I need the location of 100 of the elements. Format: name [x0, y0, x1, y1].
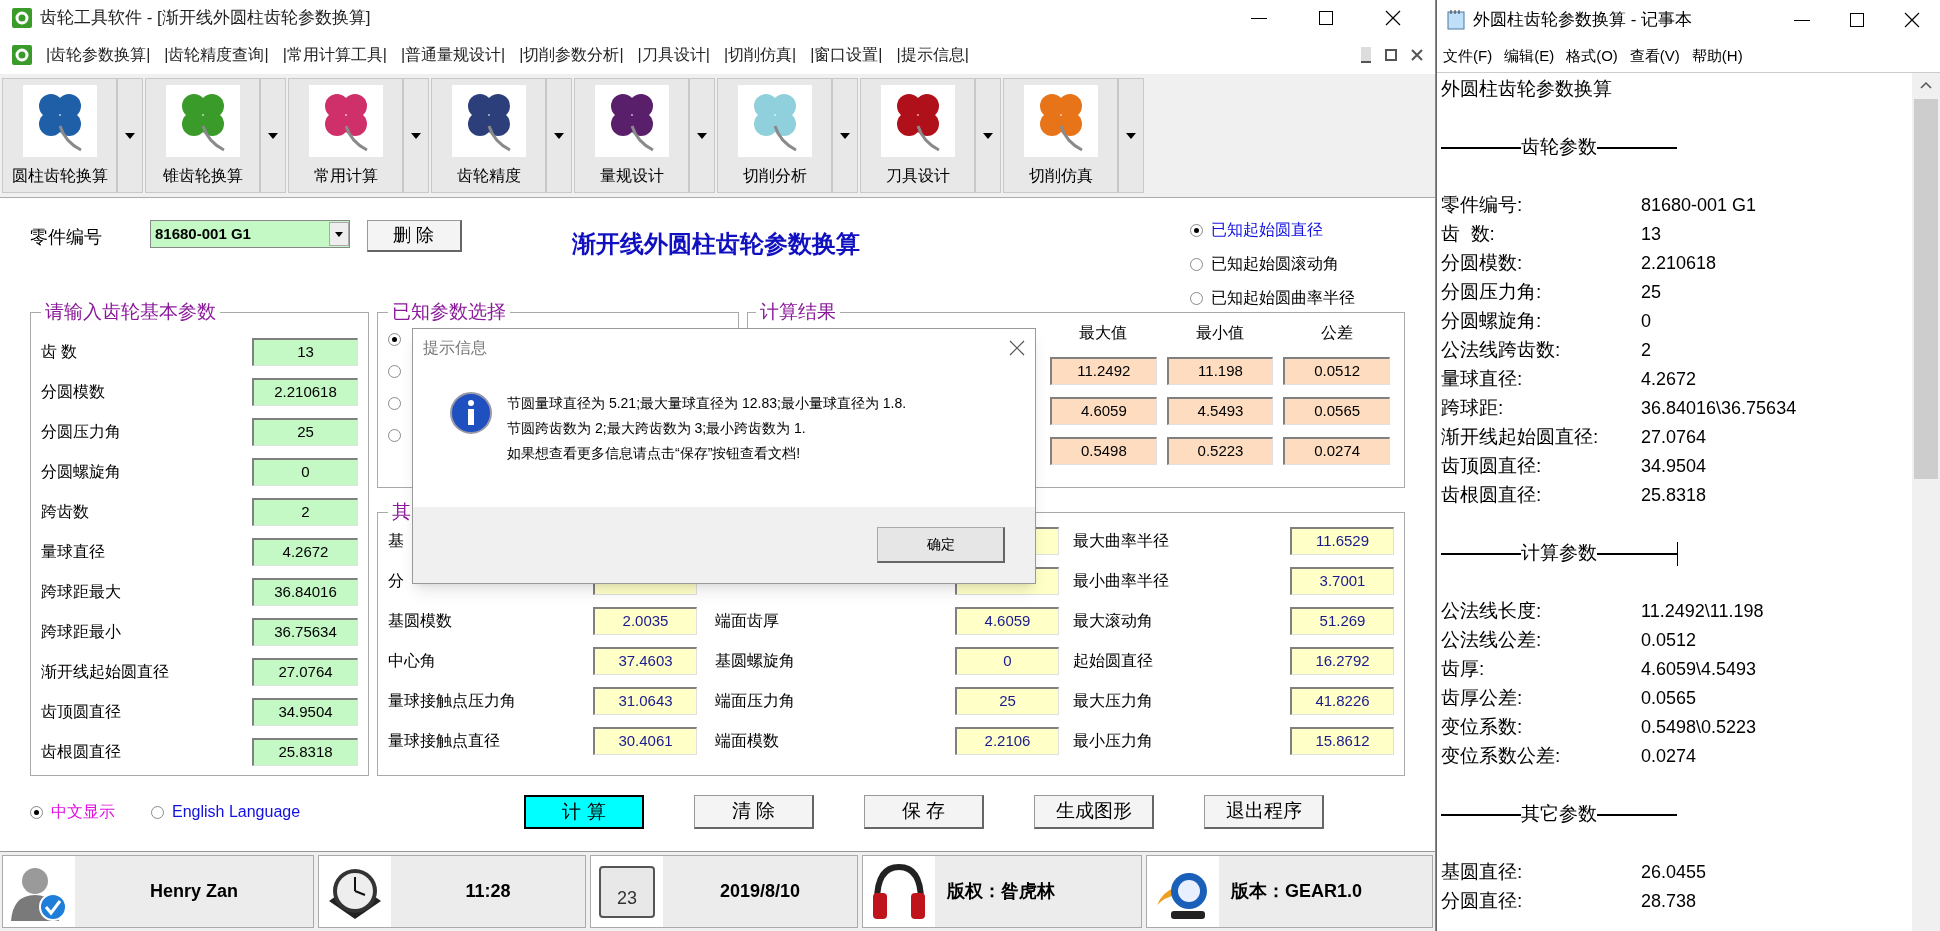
radio-button[interactable] [388, 428, 401, 442]
language-option-label[interactable]: English Language [172, 800, 301, 824]
close-icon[interactable] [1385, 10, 1401, 26]
value-field[interactable]: 13 [252, 337, 358, 366]
menu-item[interactable]: |切削参数分析| [519, 43, 624, 67]
action-button[interactable]: 保 存 [864, 795, 985, 829]
delete-button[interactable]: 删 除 [367, 220, 462, 252]
menu-item[interactable]: |齿轮精度查询| [164, 43, 269, 67]
menu-item[interactable]: 帮助(H) [1691, 44, 1743, 68]
value-field[interactable]: 34.9504 [252, 697, 358, 726]
value-field[interactable]: 37.4603 [593, 646, 697, 675]
menu-item[interactable]: |提示信息| [896, 43, 969, 67]
value-field[interactable]: 11.2492 [1050, 356, 1157, 385]
value-field[interactable]: 2.210618 [252, 377, 358, 406]
menu-item[interactable]: |刀具设计| [637, 43, 710, 67]
mode-option-label[interactable]: 已知起始圆直径 [1211, 218, 1323, 242]
value-field[interactable]: 36.84016 [252, 577, 358, 606]
language-option-label[interactable]: 中文显示 [51, 800, 115, 824]
document-text: 外圆柱齿轮参数换算 [1441, 77, 1612, 102]
parameter-label: 端面模数 [715, 731, 779, 749]
value-field[interactable]: 31.0643 [593, 686, 697, 715]
radio-button[interactable] [1190, 291, 1203, 305]
maximize-icon[interactable] [1319, 11, 1333, 25]
action-button[interactable]: 退出程序 [1204, 795, 1325, 829]
value-field[interactable]: 4.6059 [1050, 396, 1157, 425]
scroll-up-icon[interactable] [1920, 81, 1932, 89]
toolbar-button[interactable]: 切削仿真 [1003, 78, 1118, 193]
status-text: 2019/8/10 [718, 880, 802, 903]
toolbar-button[interactable]: 切削分析 [717, 78, 832, 193]
value-field[interactable]: 3.7001 [1290, 566, 1394, 595]
radio-button[interactable] [388, 332, 401, 346]
menu-item[interactable]: 文件(F) [1443, 44, 1493, 68]
close-icon[interactable] [1904, 12, 1920, 28]
restore-icon[interactable] [1385, 49, 1397, 61]
toolbar-button[interactable]: 齿轮精度 [431, 78, 546, 193]
value-field[interactable]: 0.0512 [1283, 356, 1390, 385]
menu-item[interactable]: 编辑(E) [1504, 44, 1555, 68]
caret-icon [411, 132, 421, 139]
value-field[interactable]: 0 [252, 457, 358, 486]
parameter-label: 起始圆直径 [1073, 651, 1153, 669]
value-field[interactable]: 36.75634 [252, 617, 358, 646]
action-button[interactable]: 计 算 [524, 795, 645, 829]
value-field[interactable]: 4.2672 [252, 537, 358, 566]
value-field[interactable]: 2.0035 [593, 606, 697, 635]
toolbar-button[interactable]: 刀具设计 [860, 78, 975, 193]
ok-button[interactable]: 确定 [877, 527, 1005, 563]
value-field[interactable]: 4.6059 [955, 606, 1059, 635]
radio-button[interactable] [388, 364, 401, 378]
value-field[interactable]: 51.269 [1290, 606, 1394, 635]
field-label: 基圆直径: [1441, 860, 1524, 885]
parameter-label: 量球接触点压力角 [388, 691, 516, 709]
section-heading: 齿轮参数 [1521, 135, 1597, 160]
radio-button[interactable] [388, 396, 401, 410]
value-field[interactable]: 0.5498 [1050, 436, 1157, 465]
menu-item[interactable]: 查看(V) [1629, 44, 1680, 68]
value-field[interactable]: 25.8318 [252, 737, 358, 766]
menu-item[interactable]: |常用计算工具| [282, 43, 387, 67]
value-field[interactable]: 11.198 [1166, 356, 1274, 385]
toolbar-button[interactable]: 锥齿轮换算 [145, 78, 260, 193]
value-field[interactable]: 15.8612 [1290, 726, 1394, 755]
value-field[interactable]: 0 [955, 646, 1059, 675]
part-number-dropdown[interactable]: 81680-001 G1 [150, 220, 350, 248]
toolbar-button[interactable]: 圆柱齿轮换算 [2, 78, 117, 193]
mode-option-label[interactable]: 已知起始圆滚动角 [1211, 252, 1339, 276]
menu-item[interactable]: |普通量规设计| [400, 43, 506, 67]
toolbar-button[interactable]: 常用计算 [288, 78, 403, 193]
value-field[interactable]: 30.4061 [593, 726, 697, 755]
scrollbar[interactable] [1912, 73, 1940, 931]
parameter-label: 齿 数 [41, 341, 78, 362]
radio-button[interactable] [151, 805, 164, 819]
radio-button[interactable] [1190, 257, 1203, 271]
maximize-icon[interactable] [1850, 13, 1864, 27]
radio-button[interactable] [1190, 223, 1203, 237]
close-icon[interactable] [1009, 340, 1025, 356]
radio-button[interactable] [30, 805, 43, 819]
mode-option-label[interactable]: 已知起始圆曲率半径 [1211, 286, 1355, 310]
value-field[interactable]: 2.2106 [955, 726, 1059, 755]
action-button[interactable]: 生成图形 [1034, 795, 1155, 829]
value-field[interactable]: 0.0565 [1283, 396, 1390, 425]
menu-item[interactable]: |切削仿真| [723, 43, 797, 67]
value-field[interactable]: 0.5223 [1166, 436, 1274, 465]
menu-item[interactable]: |窗口设置| [810, 43, 883, 67]
value-field[interactable]: 4.5493 [1166, 396, 1274, 425]
toolbar-button[interactable]: 量规设计 [574, 78, 689, 193]
value-field[interactable]: 2 [252, 497, 358, 526]
group-title: 已知参数选择 [391, 300, 507, 324]
field-value: 27.0764 [1641, 426, 1707, 449]
value-field[interactable]: 25 [955, 686, 1059, 715]
close-icon[interactable] [1411, 49, 1423, 61]
value-field[interactable]: 16.2792 [1290, 646, 1394, 675]
value-field[interactable]: 25 [252, 417, 358, 446]
parameter-label: 最大曲率半径 [1073, 531, 1169, 549]
menu-item[interactable]: |齿轮参数换算| [46, 43, 151, 67]
value-field[interactable]: 11.6529 [1290, 526, 1394, 555]
menu-item[interactable]: 格式(O) [1566, 44, 1618, 68]
action-button[interactable]: 清 除 [694, 795, 815, 829]
value-field[interactable]: 27.0764 [252, 657, 358, 686]
value-field[interactable]: 0.0274 [1283, 436, 1390, 465]
status-text: 11:28 [464, 880, 512, 903]
value-field[interactable]: 41.8226 [1290, 686, 1394, 715]
